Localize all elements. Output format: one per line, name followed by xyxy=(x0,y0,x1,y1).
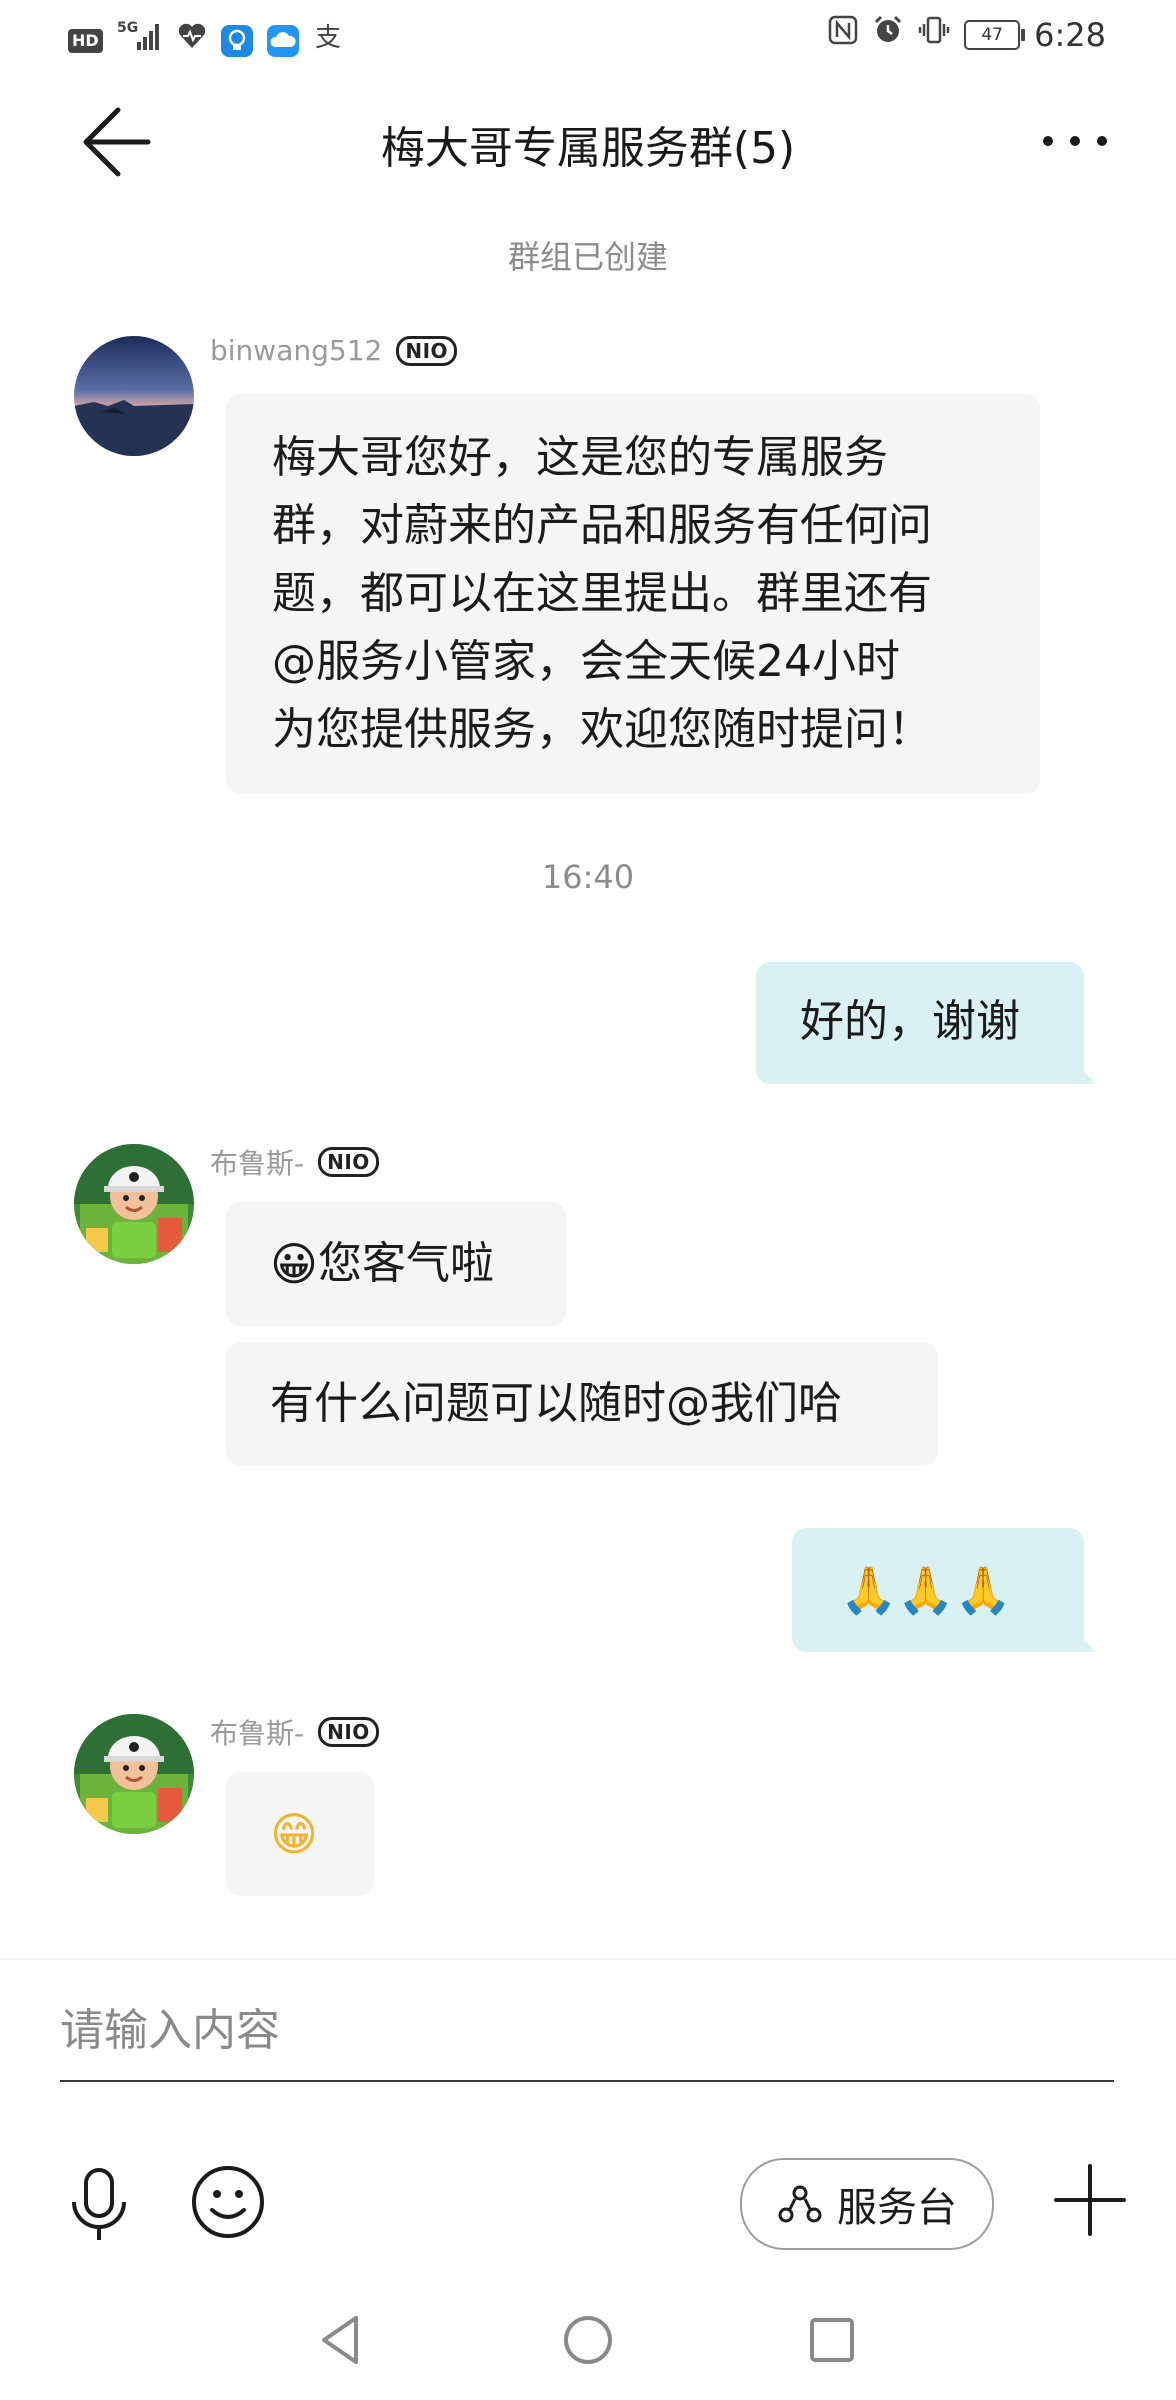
message-text: 好的，谢谢 xyxy=(800,996,1020,1047)
grinning-face-emoji: 😀 xyxy=(270,1237,318,1291)
alarm-icon xyxy=(872,14,904,56)
battery-icon: 47 xyxy=(964,20,1026,50)
microphone-icon xyxy=(72,2168,126,2240)
message-sender-row: binwang512 NIO xyxy=(210,334,458,367)
composer-divider xyxy=(0,1958,1176,1960)
health-icon xyxy=(177,22,207,60)
triangle-back-icon xyxy=(322,2316,358,2364)
message-bubble-incoming[interactable]: 😀 您客气啦 xyxy=(226,1202,566,1326)
svg-text:5G: 5G xyxy=(117,20,138,36)
service-nodes-icon xyxy=(778,2185,822,2223)
avatar-cartoon-image xyxy=(74,1144,194,1264)
more-actions-button[interactable] xyxy=(1052,2162,1128,2238)
message-text-line: 题，都可以在这里提出。群里还有 xyxy=(272,568,932,619)
nav-recents-button[interactable] xyxy=(804,2312,860,2368)
plus-icon xyxy=(1054,2164,1126,2236)
nav-home-button[interactable] xyxy=(560,2312,616,2368)
status-bar: HD 5G 支 47 6:28 xyxy=(0,0,1176,72)
vibrate-icon xyxy=(918,14,950,56)
message-text-line: 群，对蔚来的产品和服务有任何问 xyxy=(272,500,932,551)
message-bubble-outgoing[interactable]: 🙏🙏🙏 xyxy=(792,1528,1096,1652)
chat-screen: HD 5G 支 47 6:28 梅大哥专属服务群(5) 群组已创建 binwan… xyxy=(0,0,1176,2400)
chat-header: 梅大哥专属服务群(5) xyxy=(0,72,1176,202)
cloud-icon xyxy=(266,25,299,57)
message-bubble-incoming[interactable]: 😁 xyxy=(226,1772,374,1896)
svg-text:支: 支 xyxy=(315,23,341,52)
circle-home-icon xyxy=(564,2316,612,2364)
sender-name: binwang512 xyxy=(210,334,383,367)
avatar-cartoon-image xyxy=(74,1714,194,1834)
square-recents-icon xyxy=(810,2318,854,2362)
sender-name: 布鲁斯- xyxy=(210,1717,305,1750)
service-desk-button[interactable]: 服务台 xyxy=(740,2158,994,2250)
hd-icon: HD xyxy=(68,29,103,53)
app-bulb-icon xyxy=(220,25,253,57)
sender-name: 布鲁斯- xyxy=(210,1147,305,1180)
avatar[interactable] xyxy=(74,1714,194,1834)
message-sender-row: 布鲁斯- NIO xyxy=(210,1712,379,1752)
smiley-icon xyxy=(192,2166,264,2238)
timestamp: 16:40 xyxy=(541,858,635,896)
status-time: 6:28 xyxy=(1034,16,1106,54)
message-text-line: 梅大哥您好，这是您的专属服务 xyxy=(272,432,888,483)
message-text-line: @服务小管家，会全天候24小时 xyxy=(272,636,900,687)
message-bubble-incoming[interactable]: 梅大哥您好，这是您的专属服务 群，对蔚来的产品和服务有任何问 题，都可以在这里提… xyxy=(226,394,1040,794)
service-desk-label: 服务台 xyxy=(837,2185,957,2231)
message-text-line: 为您提供服务，欢迎您随时提问！ xyxy=(272,704,932,755)
nfc-icon xyxy=(828,15,858,55)
message-text: 您客气啦 xyxy=(317,1238,494,1289)
status-bar-right-icons: 47 6:28 xyxy=(828,14,1106,56)
beaming-face-emoji: 😁 xyxy=(270,1807,318,1861)
message-bubble-outgoing[interactable]: 好的，谢谢 xyxy=(756,962,1096,1084)
nio-badge: NIO xyxy=(318,1147,379,1177)
more-options-button[interactable] xyxy=(1030,106,1120,176)
message-input[interactable] xyxy=(60,1980,1114,2082)
nio-badge: NIO xyxy=(396,335,458,366)
voice-input-button[interactable] xyxy=(64,2166,134,2246)
emoji-button[interactable] xyxy=(190,2164,266,2240)
folded-hands-emoji: 🙏🙏🙏 xyxy=(840,1563,1012,1617)
message-bubble-incoming[interactable]: 有什么问题可以随时@我们哈 xyxy=(226,1342,938,1466)
signal-5g-icon: 5G xyxy=(117,18,163,64)
page-title: 梅大哥专属服务群(5) xyxy=(380,123,796,174)
alipay-icon: 支 xyxy=(313,20,345,62)
message-text: 有什么问题可以随时@我们哈 xyxy=(270,1378,842,1429)
more-dots-icon xyxy=(1043,136,1107,146)
avatar-landscape-image xyxy=(74,336,194,456)
nio-badge: NIO xyxy=(318,1717,379,1747)
nav-back-button[interactable] xyxy=(314,2312,370,2368)
system-message-group-created: 群组已创建 xyxy=(507,238,668,276)
avatar[interactable] xyxy=(74,1144,194,1264)
system-navigation-bar xyxy=(0,2290,1176,2400)
status-bar-left-icons: HD 5G 支 xyxy=(68,18,345,64)
avatar[interactable] xyxy=(74,336,194,456)
message-sender-row: 布鲁斯- NIO xyxy=(210,1142,379,1182)
